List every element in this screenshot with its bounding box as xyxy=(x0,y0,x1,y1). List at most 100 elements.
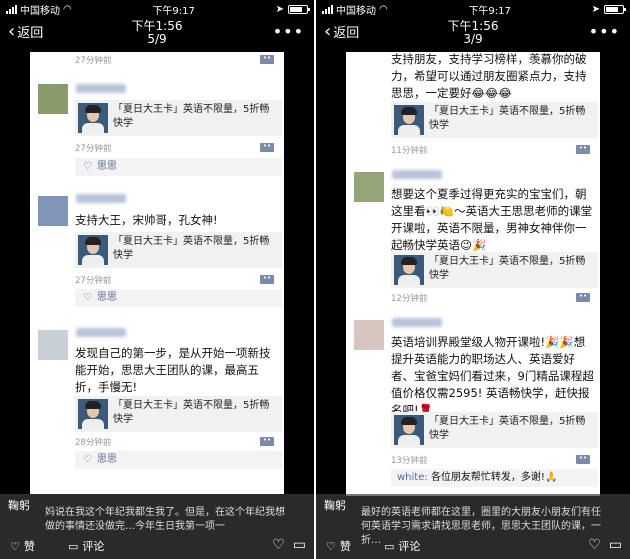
post-time: 27分钟前 xyxy=(75,276,112,286)
page-indicator: 5/9 xyxy=(147,32,167,46)
bottom-action-bar: ♡ 赞 ▭ 评论 ♡ ▭ xyxy=(316,533,630,559)
username[interactable] xyxy=(392,318,442,327)
nav-title: 下午1:56 5/9 xyxy=(0,20,314,46)
avatar[interactable] xyxy=(354,172,384,202)
moment-post: 想要这个夏季过得更充实的宝宝们，朝这里看👀🍋～英语大王思思老师的课堂开课啦，英语… xyxy=(346,168,600,308)
link-card[interactable]: 「夏日大王卡」英语不限量，5折畅快学 xyxy=(75,232,282,268)
heart-icon: ♡ xyxy=(83,292,92,303)
more-button[interactable]: ••• xyxy=(589,22,620,41)
avatar[interactable] xyxy=(38,84,68,114)
like-button[interactable]: ♡ 赞 xyxy=(326,538,351,554)
post-text: 支持大王，宋帅哥，孔女神! xyxy=(75,213,218,227)
heart-icon[interactable]: ♡ xyxy=(272,537,285,553)
comment-row[interactable]: white: 各位朋友帮忙转发，多谢!🙏 xyxy=(391,469,598,487)
right-screenshot: 中国移动 ◠ 下午9:17 ➤ ‹ 返回 下午1:56 3/9 ••• 支持朋友… xyxy=(316,0,630,559)
carrier-label: 中国移动 xyxy=(20,5,60,17)
signal-icon xyxy=(322,4,333,14)
overlay-author: 鞠躬 xyxy=(324,499,346,512)
username[interactable] xyxy=(76,328,126,337)
link-card[interactable]: 「夏日大王卡」英语不限量，5折畅快学 xyxy=(75,396,282,432)
avatar[interactable] xyxy=(354,320,384,350)
link-card[interactable]: 「夏日大王卡」英语不限量，5折畅快学 xyxy=(75,100,282,136)
comment-author[interactable]: white: xyxy=(397,472,428,483)
post-text: 英语培训界殿堂级人物开课啦!🎉🎉想提升英语能力的职场达人、英语爱好者、宝爸宝妈们… xyxy=(391,335,594,417)
card-text: 「夏日大王卡」英语不限量，5折畅快学 xyxy=(113,104,270,129)
liker-name[interactable]: 思思 xyxy=(97,454,117,465)
liker-name[interactable]: 思思 xyxy=(97,292,117,303)
overlay-text: 妈说在我这个年纪我都生我了。但是，在这个年纪我想做的事情还没做完…今年生日我第一… xyxy=(45,507,285,532)
post-time: 27分钟前 xyxy=(75,144,112,154)
moment-post: 支持朋友，支持学习榜样，羡慕你的破力，希望可以通过朋友圈紧点力，支持思思，一定要… xyxy=(346,52,600,160)
bottom-action-bar: ♡ 赞 ▭ 评论 ♡ ▭ xyxy=(0,533,314,559)
username[interactable] xyxy=(76,84,126,93)
battery-icon xyxy=(604,4,626,14)
page-indicator: 3/9 xyxy=(463,32,483,46)
comment-icon: ▭ xyxy=(384,539,395,553)
card-thumbnail xyxy=(78,235,108,265)
avatar[interactable] xyxy=(38,330,68,360)
heart-icon: ♡ xyxy=(10,539,20,553)
status-bar: 中国移动 ◠ 下午9:17 ➤ xyxy=(0,0,314,18)
like-label: 赞 xyxy=(339,540,351,553)
comment-menu-icon[interactable]: •• xyxy=(576,145,590,154)
liker-name[interactable]: 思思 xyxy=(97,161,117,172)
link-card[interactable]: 「夏日大王卡」英语不限量，5折畅快学 xyxy=(391,102,598,138)
comment-icon[interactable]: ▭ xyxy=(293,537,306,553)
username[interactable] xyxy=(392,170,442,179)
card-text: 「夏日大王卡」英语不限量，5折畅快学 xyxy=(429,106,586,131)
post-text: 想要这个夏季过得更充实的宝宝们，朝这里看👀🍋～英语大王思思老师的课堂开课啦，英语… xyxy=(391,187,593,252)
post-text: 支持朋友，支持学习榜样，羡慕你的破力，希望可以通过朋友圈紧点力，支持思思，一定要… xyxy=(391,52,587,100)
signal-icon xyxy=(6,4,17,14)
comment-label: 评论 xyxy=(398,540,421,553)
comment-button[interactable]: ▭ 评论 xyxy=(68,538,104,554)
post-text: 发现自己的第一步，是从开始一项新技能开始，思思大王团队的课，最高五折，手慢无! xyxy=(75,346,271,394)
like-label: 赞 xyxy=(23,540,35,553)
comment-text: 各位朋友帮忙转发，多谢!🙏 xyxy=(430,472,558,483)
post-time: 28分钟前 xyxy=(75,438,112,448)
card-thumbnail xyxy=(78,103,108,133)
likes-bar: ♡ 思思 xyxy=(75,451,282,469)
comment-menu-icon[interactable]: •• xyxy=(576,455,590,464)
heart-icon: ♡ xyxy=(83,454,92,465)
comment-menu-icon[interactable]: •• xyxy=(260,143,274,152)
status-time: 下午9:17 xyxy=(468,5,511,17)
battery-icon xyxy=(288,4,310,14)
comment-menu-icon[interactable]: •• xyxy=(260,275,274,284)
card-thumbnail xyxy=(394,415,424,445)
comment-menu-icon[interactable]: •• xyxy=(576,293,590,302)
comment-label: 评论 xyxy=(82,540,105,553)
comment-menu-icon[interactable]: •• xyxy=(260,55,274,64)
moments-feed: 27分钟前 •• 「夏日大王卡」英语不限量，5折畅快学 27分钟前 •• ♡ 思… xyxy=(30,52,284,494)
like-button[interactable]: ♡ 赞 xyxy=(10,538,35,554)
carrier-label: 中国移动 xyxy=(336,5,376,17)
post-time: 12分钟前 xyxy=(391,294,428,304)
nav-bar: ‹ 返回 下午1:56 3/9 ••• xyxy=(316,18,630,52)
comment-button[interactable]: ▭ 评论 xyxy=(384,538,420,554)
likes-bar: ♡ 思思 xyxy=(75,289,282,307)
wifi-icon: ◠ xyxy=(63,3,72,15)
location-icon: ➤ xyxy=(275,3,284,15)
comment-icon[interactable]: ▭ xyxy=(609,537,622,553)
card-text: 「夏日大王卡」英语不限量，5折畅快学 xyxy=(113,400,270,425)
post-time: 13分钟前 xyxy=(391,456,428,466)
link-card[interactable]: 「夏日大王卡」英语不限量，5折畅快学 xyxy=(391,252,598,288)
moment-post: 「夏日大王卡」英语不限量，5折畅快学 27分钟前 •• ♡ 思思 xyxy=(30,76,284,181)
heart-icon: ♡ xyxy=(83,161,92,172)
wifi-icon: ◠ xyxy=(379,3,388,15)
status-time: 下午9:17 xyxy=(152,5,195,17)
heart-icon: ♡ xyxy=(326,539,336,553)
moments-feed: 支持朋友，支持学习榜样，羡慕你的破力，希望可以通过朋友圈紧点力，支持思思，一定要… xyxy=(346,52,600,496)
more-button[interactable]: ••• xyxy=(273,22,304,41)
card-text: 「夏日大王卡」英语不限量，5折畅快学 xyxy=(113,236,270,261)
status-bar: 中国移动 ◠ 下午9:17 ➤ xyxy=(316,0,630,18)
comment-menu-icon[interactable]: •• xyxy=(260,437,274,446)
nav-title: 下午1:56 3/9 xyxy=(316,20,630,46)
overlay-author: 鞠躬 xyxy=(8,499,30,512)
heart-icon[interactable]: ♡ xyxy=(588,537,601,553)
moment-post: 英语培训界殿堂级人物开课啦!🎉🎉想提升英语能力的职场达人、英语爱好者、宝爸宝妈们… xyxy=(346,314,600,494)
location-icon: ➤ xyxy=(591,3,600,15)
avatar[interactable] xyxy=(38,196,68,226)
card-text: 「夏日大王卡」英语不限量，5折畅快学 xyxy=(429,416,586,441)
username[interactable] xyxy=(76,194,126,203)
link-card[interactable]: 「夏日大王卡」英语不限量，5折畅快学 xyxy=(391,412,598,448)
